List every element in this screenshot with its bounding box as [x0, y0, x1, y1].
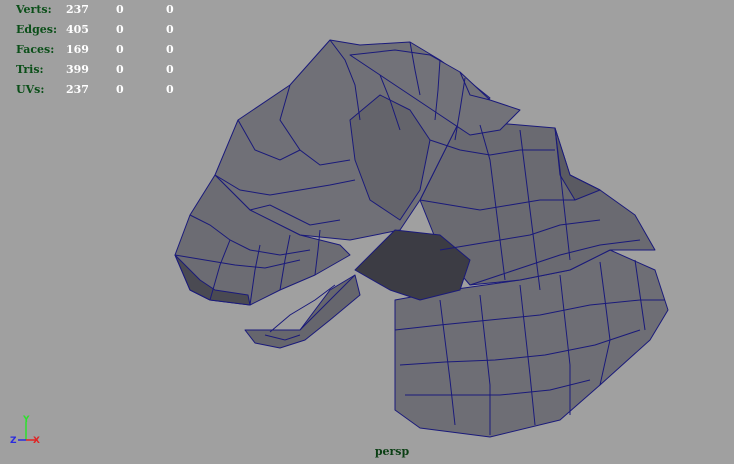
x-axis-label: X [33, 436, 40, 446]
y-axis-label: Y [22, 415, 30, 425]
camera-name-label: persp [374, 445, 410, 458]
perspective-viewport[interactable]: Verts: 237 0 0 Edges: 405 0 0 Faces: 169… [0, 0, 734, 464]
view-axis-indicator: Y Z X [10, 415, 40, 446]
z-axis-label: Z [10, 436, 17, 446]
polygon-mesh-model[interactable] [0, 0, 734, 464]
